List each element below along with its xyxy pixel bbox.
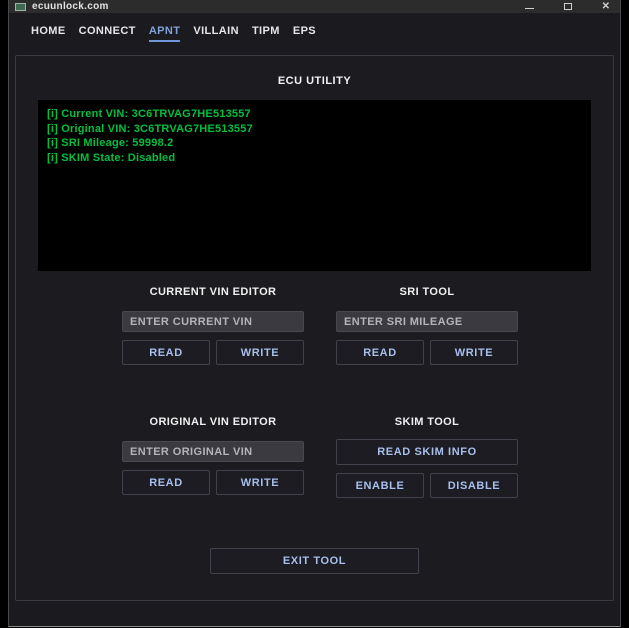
maximize-icon[interactable] bbox=[564, 3, 572, 10]
skim-disable-button[interactable]: DISABLE bbox=[430, 473, 518, 498]
sri-tool-buttons: READ WRITE bbox=[336, 340, 518, 365]
tab-bar: HOME CONNECT APNT VILLAIN TIPM EPS bbox=[9, 13, 620, 48]
skim-info-row: READ SKIM INFO bbox=[336, 439, 518, 465]
console-line: [i] Original VIN: 3C6TRVAG7HE513557 bbox=[47, 122, 582, 137]
current-vin-input[interactable] bbox=[122, 311, 304, 332]
tab-tipm[interactable]: TIPM bbox=[252, 25, 280, 42]
tab-connect[interactable]: CONNECT bbox=[79, 25, 136, 42]
original-vin-input[interactable] bbox=[122, 441, 304, 462]
original-vin-editor-title: ORIGINAL VIN EDITOR bbox=[122, 416, 304, 428]
read-skim-info-button[interactable]: READ SKIM INFO bbox=[336, 439, 518, 465]
skim-enable-button[interactable]: ENABLE bbox=[336, 473, 424, 498]
current-vin-editor-title: CURRENT VIN EDITOR bbox=[122, 286, 304, 298]
console-line: [i] SKIM State: Disabled bbox=[47, 151, 582, 166]
original-vin-read-button[interactable]: READ bbox=[122, 470, 210, 495]
app-window: ecuunlock.com ✕ HOME CONNECT APNT VILLAI… bbox=[8, 0, 621, 627]
sri-write-button[interactable]: WRITE bbox=[430, 340, 518, 365]
original-vin-buttons: READ WRITE bbox=[122, 470, 304, 495]
window-title: ecuunlock.com bbox=[32, 1, 525, 12]
current-vin-write-button[interactable]: WRITE bbox=[216, 340, 304, 365]
tab-apnt[interactable]: APNT bbox=[149, 25, 181, 42]
current-vin-editor-section: CURRENT VIN EDITOR READ WRITE bbox=[122, 286, 304, 365]
original-vin-editor-section: ORIGINAL VIN EDITOR READ WRITE bbox=[122, 416, 304, 498]
title-bar: ecuunlock.com ✕ bbox=[9, 0, 620, 13]
close-icon[interactable]: ✕ bbox=[602, 2, 610, 11]
app-icon bbox=[15, 3, 26, 11]
sri-tool-title: SRI TOOL bbox=[336, 286, 518, 298]
output-console: [i] Current VIN: 3C6TRVAG7HE513557 [i] O… bbox=[38, 100, 591, 271]
sri-tool-section: SRI TOOL READ WRITE bbox=[336, 286, 518, 365]
minimize-icon[interactable] bbox=[525, 8, 534, 9]
skim-tool-section: SKIM TOOL READ SKIM INFO ENABLE DISABLE bbox=[336, 416, 518, 498]
tools-grid: CURRENT VIN EDITOR READ WRITE SRI TOOL R… bbox=[122, 286, 613, 498]
exit-tool-button[interactable]: EXIT TOOL bbox=[210, 548, 419, 574]
panel-title: ECU UTILITY bbox=[16, 75, 613, 87]
sri-mileage-input[interactable] bbox=[336, 311, 518, 332]
original-vin-write-button[interactable]: WRITE bbox=[216, 470, 304, 495]
console-line: [i] Current VIN: 3C6TRVAG7HE513557 bbox=[47, 107, 582, 122]
window-controls: ✕ bbox=[525, 2, 610, 11]
sri-read-button[interactable]: READ bbox=[336, 340, 424, 365]
tab-home[interactable]: HOME bbox=[31, 25, 66, 42]
skim-toggle-buttons: ENABLE DISABLE bbox=[336, 473, 518, 498]
tab-eps[interactable]: EPS bbox=[293, 25, 316, 42]
skim-tool-title: SKIM TOOL bbox=[336, 416, 518, 428]
ecu-utility-panel: ECU UTILITY [i] Current VIN: 3C6TRVAG7HE… bbox=[15, 55, 614, 601]
console-line: [i] SRI Mileage: 59998.2 bbox=[47, 136, 582, 151]
current-vin-buttons: READ WRITE bbox=[122, 340, 304, 365]
exit-row: EXIT TOOL bbox=[16, 548, 613, 574]
tab-villain[interactable]: VILLAIN bbox=[193, 25, 239, 42]
current-vin-read-button[interactable]: READ bbox=[122, 340, 210, 365]
